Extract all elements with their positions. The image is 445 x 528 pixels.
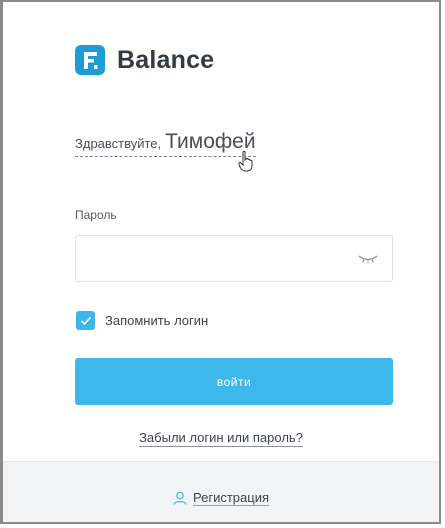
register-label: Регистрация — [193, 490, 269, 506]
login-button[interactable]: войти — [75, 358, 393, 405]
login-window: Balance Здравствуйте, Тимофей Пароль Запо… — [0, 0, 441, 524]
greeting[interactable]: Здравствуйте, Тимофей — [75, 130, 256, 157]
forgot-password-link[interactable]: Забыли логин или пароль? — [139, 430, 303, 447]
remember-checkbox[interactable] — [76, 311, 95, 330]
eye-closed-icon[interactable] — [358, 252, 378, 270]
check-icon — [80, 316, 91, 325]
logo-icon — [75, 45, 105, 75]
remember-login[interactable]: Запомнить логин — [76, 311, 208, 330]
greeting-text: Здравствуйте, — [75, 136, 162, 151]
user-icon — [173, 491, 187, 505]
forgot-container: Забыли логин или пароль? — [3, 430, 439, 447]
register-container: Регистрация — [3, 490, 439, 508]
remember-label: Запомнить логин — [105, 313, 209, 328]
register-link[interactable]: Регистрация — [173, 490, 269, 506]
password-label: Пароль — [75, 208, 117, 222]
footer: Регистрация — [3, 461, 439, 522]
hand-cursor-icon — [238, 150, 256, 177]
password-input[interactable] — [76, 236, 360, 280]
brand-name: Balance — [117, 45, 215, 74]
password-field[interactable] — [75, 235, 393, 282]
brand-logo: Balance — [75, 45, 214, 75]
